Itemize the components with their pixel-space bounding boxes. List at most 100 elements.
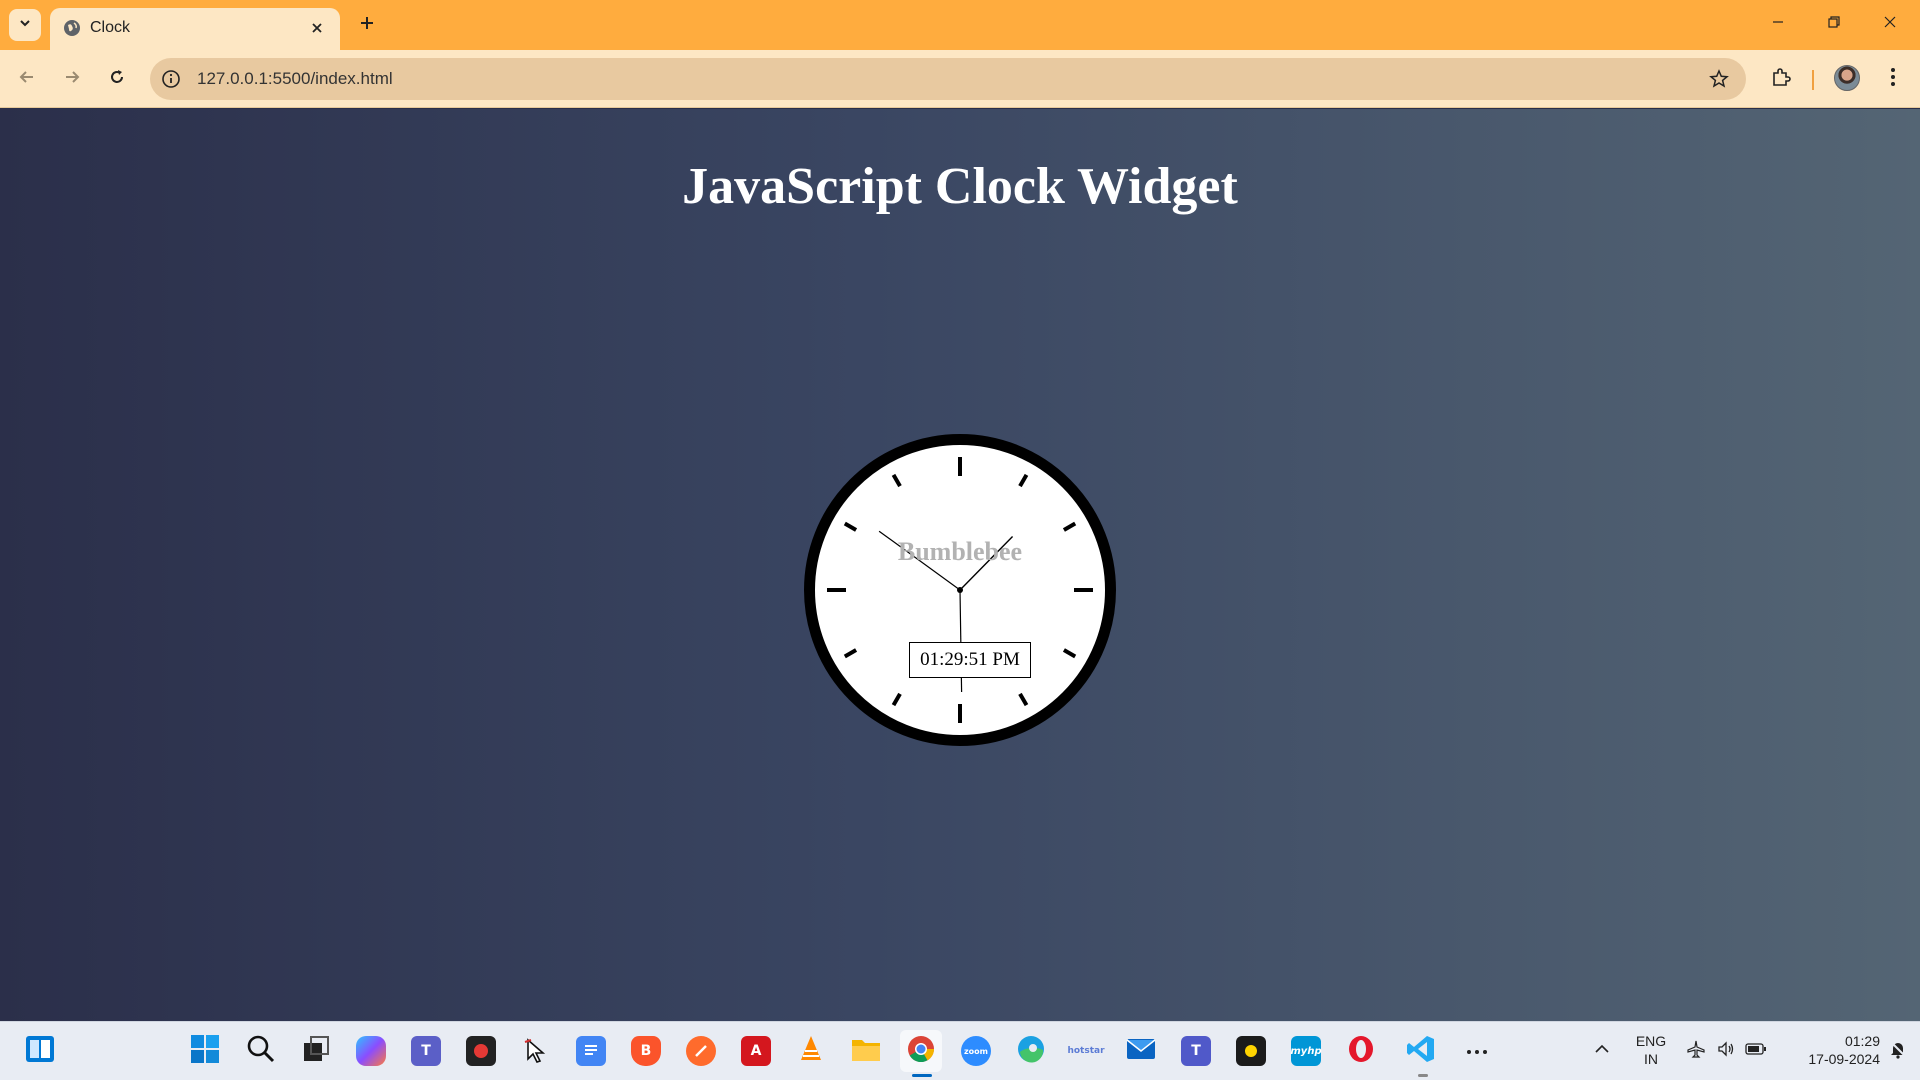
- restore-button[interactable]: [1806, 0, 1862, 48]
- taskbar-more-button[interactable]: [1456, 1030, 1498, 1072]
- digital-time: 01:29:51 PM: [909, 642, 1031, 678]
- info-icon[interactable]: [160, 68, 182, 90]
- system-time: 01:29: [1844, 1033, 1880, 1049]
- taskbar: T B A zoom hotstar T myhp ENG IN 01:29 1…: [0, 1021, 1920, 1080]
- active-app-indicator: [912, 1074, 932, 1077]
- taskbar-app-media-player[interactable]: [1230, 1030, 1272, 1072]
- close-window-button[interactable]: [1862, 0, 1918, 48]
- battery-icon: [1745, 1042, 1767, 1061]
- browser-tab[interactable]: Clock: [50, 8, 340, 50]
- arrow-right-icon: [63, 68, 81, 91]
- more-vertical-icon: [1890, 67, 1896, 92]
- taskbar-app-vscode[interactable]: [1400, 1030, 1442, 1072]
- brave-icon: B: [631, 1036, 661, 1066]
- pdf-icon: A: [741, 1036, 771, 1066]
- chrome-menu-button[interactable]: [1876, 62, 1910, 96]
- star-icon[interactable]: [1708, 68, 1730, 90]
- taskbar-app-vlc[interactable]: [790, 1030, 832, 1072]
- region-code: IN: [1644, 1051, 1658, 1067]
- taskbar-app-chrome[interactable]: [900, 1030, 942, 1072]
- media-player-icon: [1236, 1036, 1266, 1066]
- hour-tick: [1062, 521, 1077, 532]
- hour-tick: [1062, 648, 1077, 659]
- airplane-icon: [1686, 1039, 1706, 1064]
- compass-icon: [686, 1036, 716, 1066]
- back-button[interactable]: [10, 62, 44, 96]
- taskbar-app-docs[interactable]: [570, 1030, 612, 1072]
- hour-tick: [891, 473, 902, 488]
- tab-title: Clock: [90, 19, 131, 36]
- close-icon: [1883, 15, 1897, 34]
- taskbar-app-copilot[interactable]: [350, 1030, 392, 1072]
- taskbar-app-teams-work[interactable]: T: [1175, 1030, 1217, 1072]
- widgets-button[interactable]: [19, 1030, 61, 1072]
- browser-toolbar: 127.0.0.1:5500/index.html: [0, 50, 1920, 108]
- taskbar-app-acrobat[interactable]: A: [735, 1030, 777, 1072]
- taskbar-app-brave[interactable]: B: [625, 1030, 667, 1072]
- task-view-icon: [301, 1034, 331, 1069]
- chrome-icon: [906, 1034, 936, 1069]
- puzzle-icon: [1770, 66, 1792, 93]
- record-icon: [466, 1036, 496, 1066]
- battery-button[interactable]: [1736, 1030, 1776, 1072]
- taskbar-app-edge[interactable]: [1010, 1030, 1052, 1072]
- widgets-icon: [25, 1035, 55, 1068]
- plus-icon: [359, 15, 375, 36]
- extensions-button[interactable]: [1764, 62, 1798, 96]
- taskbar-app-opera[interactable]: [1340, 1030, 1382, 1072]
- myhp-icon: myhp: [1290, 1036, 1322, 1066]
- taskbar-app-zoom[interactable]: zoom: [955, 1030, 997, 1072]
- globe-icon: [63, 19, 81, 37]
- taskbar-app-hotstar[interactable]: hotstar: [1065, 1030, 1107, 1072]
- forward-button[interactable]: [55, 62, 89, 96]
- hour-tick: [1018, 473, 1029, 488]
- taskbar-app-teams[interactable]: T: [405, 1030, 447, 1072]
- hotstar-icon: hotstar: [1067, 1046, 1105, 1056]
- hour-tick: [843, 648, 858, 659]
- chevron-up-icon: [1594, 1042, 1610, 1060]
- opera-icon: [1346, 1034, 1376, 1069]
- chevron-down-icon: [18, 16, 32, 35]
- copilot-icon: [356, 1036, 386, 1066]
- reload-button[interactable]: [100, 62, 134, 96]
- arrow-left-icon: [18, 68, 36, 91]
- search-icon: [246, 1034, 276, 1069]
- docs-icon: [576, 1036, 606, 1066]
- taskbar-app-screen-recorder[interactable]: [460, 1030, 502, 1072]
- language-indicator[interactable]: ENG IN: [1628, 1032, 1674, 1068]
- minimize-icon: [1771, 15, 1785, 34]
- show-hidden-icons-button[interactable]: [1581, 1030, 1623, 1072]
- restore-icon: [1827, 15, 1841, 34]
- address-bar[interactable]: 127.0.0.1:5500/index.html: [150, 58, 1746, 100]
- hour-tick: [891, 692, 902, 707]
- close-icon[interactable]: [306, 17, 328, 39]
- taskbar-app-file-explorer[interactable]: [845, 1030, 887, 1072]
- cursor-icon: [521, 1036, 551, 1066]
- notifications-button[interactable]: [1880, 1030, 1916, 1072]
- teams-icon: T: [1181, 1036, 1211, 1066]
- minimize-button[interactable]: [1750, 0, 1806, 48]
- taskbar-app-mail[interactable]: [1120, 1030, 1162, 1072]
- taskbar-app-myhp[interactable]: myhp: [1285, 1030, 1327, 1072]
- new-tab-button[interactable]: [352, 10, 382, 40]
- edge-icon: [1016, 1034, 1046, 1069]
- clock-date-display[interactable]: 01:29 17-09-2024: [1780, 1032, 1880, 1068]
- page-content: JavaScript Clock Widget Bumblebee 01:29:…: [0, 109, 1920, 1021]
- clock-center-pin: [957, 587, 963, 593]
- start-button[interactable]: [184, 1030, 226, 1072]
- clock-brand: Bumblebee: [897, 537, 1023, 566]
- tab-search-button[interactable]: [9, 9, 41, 41]
- taskbar-app-snipping[interactable]: [515, 1030, 557, 1072]
- running-app-indicator: [1418, 1074, 1428, 1077]
- bell-icon: [1888, 1039, 1908, 1064]
- taskbar-app-safari[interactable]: [680, 1030, 722, 1072]
- profile-avatar[interactable]: [1834, 65, 1860, 91]
- url-text[interactable]: 127.0.0.1:5500/index.html: [197, 69, 393, 89]
- hour-tick: [843, 521, 858, 532]
- search-button[interactable]: [240, 1030, 282, 1072]
- zoom-icon: zoom: [961, 1036, 991, 1066]
- system-date: 17-09-2024: [1808, 1051, 1880, 1067]
- reload-icon: [108, 68, 126, 91]
- task-view-button[interactable]: [295, 1030, 337, 1072]
- hour-tick: [1018, 692, 1029, 707]
